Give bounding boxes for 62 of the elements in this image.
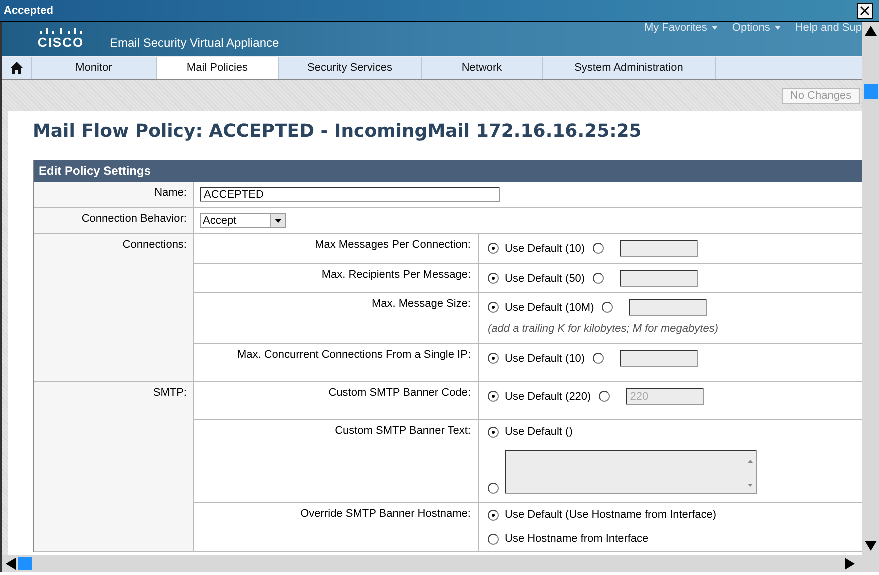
vertical-scrollbar[interactable]	[862, 22, 879, 555]
field-label: Connections:	[34, 234, 194, 381]
home-icon	[10, 62, 22, 74]
close-icon	[860, 6, 870, 16]
setting-label: Override SMTP Banner Hostname:	[194, 503, 479, 551]
radio-button[interactable]	[488, 273, 499, 284]
option-label: Use Default (10)	[505, 352, 586, 364]
setting-label: Max. Message Size:	[194, 293, 479, 343]
field-label: Name:	[34, 182, 194, 207]
option-label: Use Default (10M)	[505, 302, 594, 314]
behavior-dropdown[interactable]: Accept	[200, 213, 286, 228]
option-label: Use Default (10)	[505, 242, 586, 254]
logo-bars-icon	[39, 28, 83, 34]
value-input-field[interactable]	[620, 270, 698, 287]
logo-text: CISCO	[38, 35, 84, 50]
option-label: Use Default (50)	[505, 272, 586, 284]
option-label: Use Default ()	[505, 426, 573, 438]
radio-button[interactable]	[593, 243, 604, 254]
field-label: SMTP:	[34, 382, 194, 551]
radio-button[interactable]	[488, 483, 499, 494]
caret-icon	[274, 218, 282, 222]
hint-text: (add a trailing K for kilobytes; M for megabytes)	[488, 323, 720, 335]
value-input-field[interactable]	[620, 240, 698, 257]
radio-button[interactable]	[488, 534, 499, 544]
radio-button[interactable]	[599, 391, 610, 402]
setting-label: Custom SMTP Banner Code:	[194, 382, 479, 419]
scroll-left-icon	[6, 558, 16, 570]
table-header: Edit Policy Settings	[34, 160, 862, 182]
option-label: Use Default (220)	[505, 390, 592, 402]
name-input-field[interactable]: ACCEPTED	[200, 187, 500, 202]
option-label: Use Hostname from Interface	[505, 533, 649, 545]
radio-button[interactable]	[593, 273, 604, 284]
horizontal-scrollbar[interactable]	[0, 555, 879, 572]
close-button[interactable]	[857, 2, 873, 18]
nav-tab[interactable]: Mail Policies	[157, 57, 279, 79]
setting-label: Max. Recipients Per Message:	[194, 264, 479, 292]
radio-button[interactable]	[602, 302, 614, 313]
radio-button[interactable]	[488, 353, 499, 364]
value-input-field[interactable]	[620, 350, 698, 367]
radio-button[interactable]	[488, 510, 499, 520]
page-title: Mail Flow Policy: ACCEPTED - IncomingMail 172.16.16.25:25	[33, 121, 643, 142]
scroll-down-icon	[864, 541, 876, 551]
setting-label: Custom SMTP Banner Text:	[194, 420, 479, 502]
radio-button[interactable]	[488, 426, 499, 438]
caret-icon	[712, 26, 718, 30]
field-label: Connection Behavior:	[34, 208, 194, 233]
option-label: Use Default (Use Hostname from Interface)	[505, 509, 717, 521]
value-input-field[interactable]	[629, 299, 708, 316]
scroll-right-icon	[845, 558, 855, 570]
setting-label: Max Messages Per Connection:	[194, 234, 479, 263]
radio-button[interactable]	[488, 302, 499, 313]
window-title: Accepted	[4, 4, 54, 16]
scrollbar-thumb[interactable]	[864, 84, 878, 99]
scrollbar-thumb[interactable]	[18, 557, 32, 570]
radio-button[interactable]	[488, 391, 499, 402]
radio-button[interactable]	[593, 353, 604, 364]
scroll-up-icon	[864, 26, 876, 36]
product-name: Email Security Virtual Appliance	[110, 36, 280, 50]
radio-button[interactable]	[488, 243, 499, 254]
caret-icon	[775, 26, 782, 30]
setting-label: Max. Concurrent Connections From a Single IP:	[194, 344, 479, 381]
banner-text-area[interactable]	[505, 450, 757, 494]
